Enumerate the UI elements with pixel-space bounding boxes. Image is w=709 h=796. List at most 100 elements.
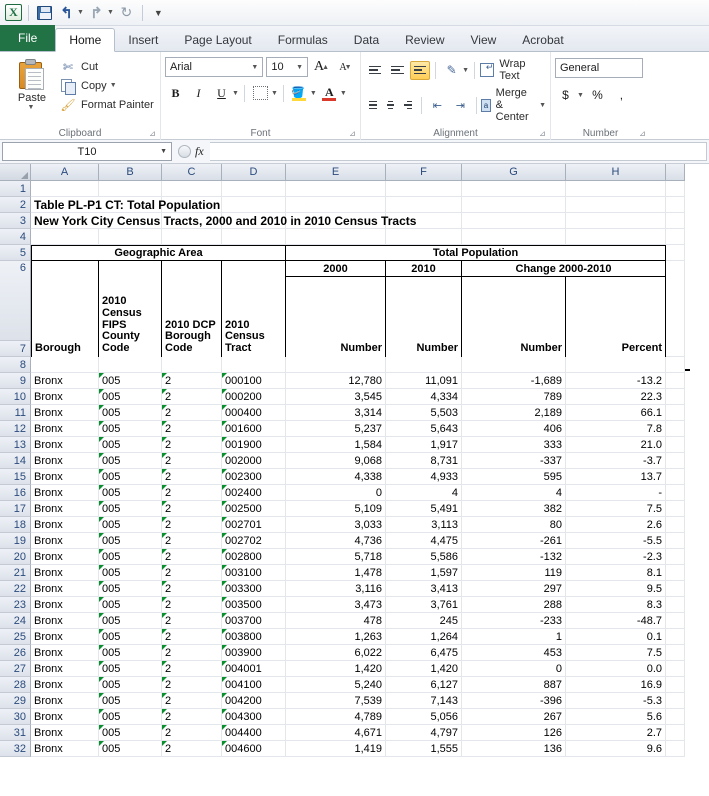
- cell-overflow[interactable]: [666, 741, 685, 757]
- header-year-2000[interactable]: 2000: [286, 261, 386, 277]
- cell-pop-2010[interactable]: 11,091: [386, 373, 462, 389]
- cell-change-percent[interactable]: 2.7: [566, 725, 666, 741]
- cell-pop-2000[interactable]: 3,314: [286, 405, 386, 421]
- cell-borough[interactable]: Bronx: [31, 693, 99, 709]
- tab-view[interactable]: View: [458, 28, 510, 52]
- cell-fips-code[interactable]: 005: [99, 501, 162, 517]
- percent-style-button[interactable]: %: [587, 85, 608, 105]
- borders-button[interactable]: [250, 83, 271, 103]
- cell-change-number[interactable]: -396: [462, 693, 566, 709]
- cell-dcp-code[interactable]: 2: [162, 453, 222, 469]
- cell-dcp-code[interactable]: 2: [162, 693, 222, 709]
- cell-pop-2010[interactable]: 4,334: [386, 389, 462, 405]
- row-header-23[interactable]: 23: [0, 597, 31, 613]
- cell-f4[interactable]: [386, 229, 462, 245]
- cell-fips-code[interactable]: 005: [99, 437, 162, 453]
- cell-pop-2000[interactable]: 5,718: [286, 549, 386, 565]
- cell-change-number[interactable]: 2,189: [462, 405, 566, 421]
- cell-g4[interactable]: [462, 229, 566, 245]
- currency-button[interactable]: $: [555, 85, 576, 105]
- cell-change-number[interactable]: -132: [462, 549, 566, 565]
- cell-borough[interactable]: Bronx: [31, 389, 99, 405]
- cell-change-percent[interactable]: 8.1: [566, 565, 666, 581]
- cell-overflow[interactable]: [666, 405, 685, 421]
- column-header-a[interactable]: A: [31, 164, 99, 181]
- cell-census-tract[interactable]: 002400: [222, 485, 286, 501]
- cell-change-percent[interactable]: 0.1: [566, 629, 666, 645]
- cell-b4[interactable]: [99, 229, 162, 245]
- cell-pop-2010[interactable]: 3,761: [386, 597, 462, 613]
- cell-dcp-code[interactable]: 2: [162, 597, 222, 613]
- cell-borough[interactable]: Bronx: [31, 469, 99, 485]
- increase-indent-button[interactable]: ⇥: [450, 95, 471, 115]
- cell-f1[interactable]: [386, 181, 462, 197]
- cell-census-tract[interactable]: 004001: [222, 661, 286, 677]
- cell-fips-code[interactable]: 005: [99, 533, 162, 549]
- redo-icon[interactable]: ↱: [87, 3, 106, 22]
- cell-change-percent[interactable]: 0.0: [566, 661, 666, 677]
- cell-census-tract[interactable]: 004200: [222, 693, 286, 709]
- cell-pop-2010[interactable]: 5,586: [386, 549, 462, 565]
- cell-b1[interactable]: [99, 181, 162, 197]
- row-header-16[interactable]: 16: [0, 485, 31, 501]
- cell-dcp-code[interactable]: 2: [162, 645, 222, 661]
- cell-pop-2010[interactable]: 4,475: [386, 533, 462, 549]
- row-header-25[interactable]: 25: [0, 629, 31, 645]
- cell-g1[interactable]: [462, 181, 566, 197]
- cell-dcp-code[interactable]: 2: [162, 373, 222, 389]
- header-census-tract[interactable]: 2010 Census Tract: [222, 261, 286, 357]
- name-box[interactable]: T10 ▼: [2, 142, 172, 161]
- header-geographic-area[interactable]: Geographic Area: [31, 245, 286, 261]
- cell-change-percent[interactable]: 9.5: [566, 581, 666, 597]
- cell-g3[interactable]: [462, 213, 566, 229]
- comma-style-button[interactable]: ,: [611, 85, 632, 105]
- cell-pop-2010[interactable]: 6,127: [386, 677, 462, 693]
- row-header-26[interactable]: 26: [0, 645, 31, 661]
- cell-pop-2010[interactable]: 8,731: [386, 453, 462, 469]
- cell-overflow[interactable]: [666, 693, 685, 709]
- cell-change-percent[interactable]: -13.2: [566, 373, 666, 389]
- column-header-f[interactable]: F: [386, 164, 462, 181]
- row-header-20[interactable]: 20: [0, 549, 31, 565]
- cell-overflow[interactable]: [666, 485, 685, 501]
- cell-overflow[interactable]: [666, 437, 685, 453]
- cell-borough[interactable]: Bronx: [31, 597, 99, 613]
- refresh-icon[interactable]: ↻: [117, 3, 136, 22]
- align-top-button[interactable]: [365, 61, 385, 80]
- cell-change-percent[interactable]: 8.3: [566, 597, 666, 613]
- decrease-indent-button[interactable]: ⇤: [427, 95, 448, 115]
- cell-pop-2010[interactable]: 6,475: [386, 645, 462, 661]
- cell-h1[interactable]: [566, 181, 666, 197]
- cell-census-tract[interactable]: 002300: [222, 469, 286, 485]
- cell-census-tract[interactable]: 003100: [222, 565, 286, 581]
- formula-input[interactable]: [209, 142, 707, 161]
- cell-a8[interactable]: [31, 357, 99, 373]
- cell-census-tract[interactable]: 003300: [222, 581, 286, 597]
- cell-a4[interactable]: [31, 229, 99, 245]
- format-painter-button[interactable]: 🖌 Format Painter: [60, 97, 156, 112]
- cell-i3[interactable]: [666, 213, 685, 229]
- tab-insert[interactable]: Insert: [115, 28, 171, 52]
- cell-d2[interactable]: [222, 197, 286, 213]
- cell-overflow[interactable]: [666, 389, 685, 405]
- shrink-font-button[interactable]: A ▼: [335, 57, 356, 77]
- grow-font-button[interactable]: A ▲: [311, 57, 332, 77]
- clipboard-dialog-launcher-icon[interactable]: ⊿: [148, 129, 157, 138]
- paste-dropdown-icon[interactable]: ▼: [28, 104, 35, 111]
- cell-change-number[interactable]: 136: [462, 741, 566, 757]
- row-header-30[interactable]: 30: [0, 709, 31, 725]
- row-header-15[interactable]: 15: [0, 469, 31, 485]
- cell-change-number[interactable]: 297: [462, 581, 566, 597]
- cell-fips-code[interactable]: 005: [99, 645, 162, 661]
- cell-change-percent[interactable]: -5.5: [566, 533, 666, 549]
- cell-overflow[interactable]: [666, 533, 685, 549]
- cell-census-tract[interactable]: 004100: [222, 677, 286, 693]
- row-header-18[interactable]: 18: [0, 517, 31, 533]
- cell-borough[interactable]: Bronx: [31, 581, 99, 597]
- cell-fips-code[interactable]: 005: [99, 517, 162, 533]
- cell-e4[interactable]: [286, 229, 386, 245]
- cell-fips-code[interactable]: 005: [99, 549, 162, 565]
- customize-toolbar-icon[interactable]: ▼: [149, 3, 168, 22]
- cell-dcp-code[interactable]: 2: [162, 517, 222, 533]
- row-header-11[interactable]: 11: [0, 405, 31, 421]
